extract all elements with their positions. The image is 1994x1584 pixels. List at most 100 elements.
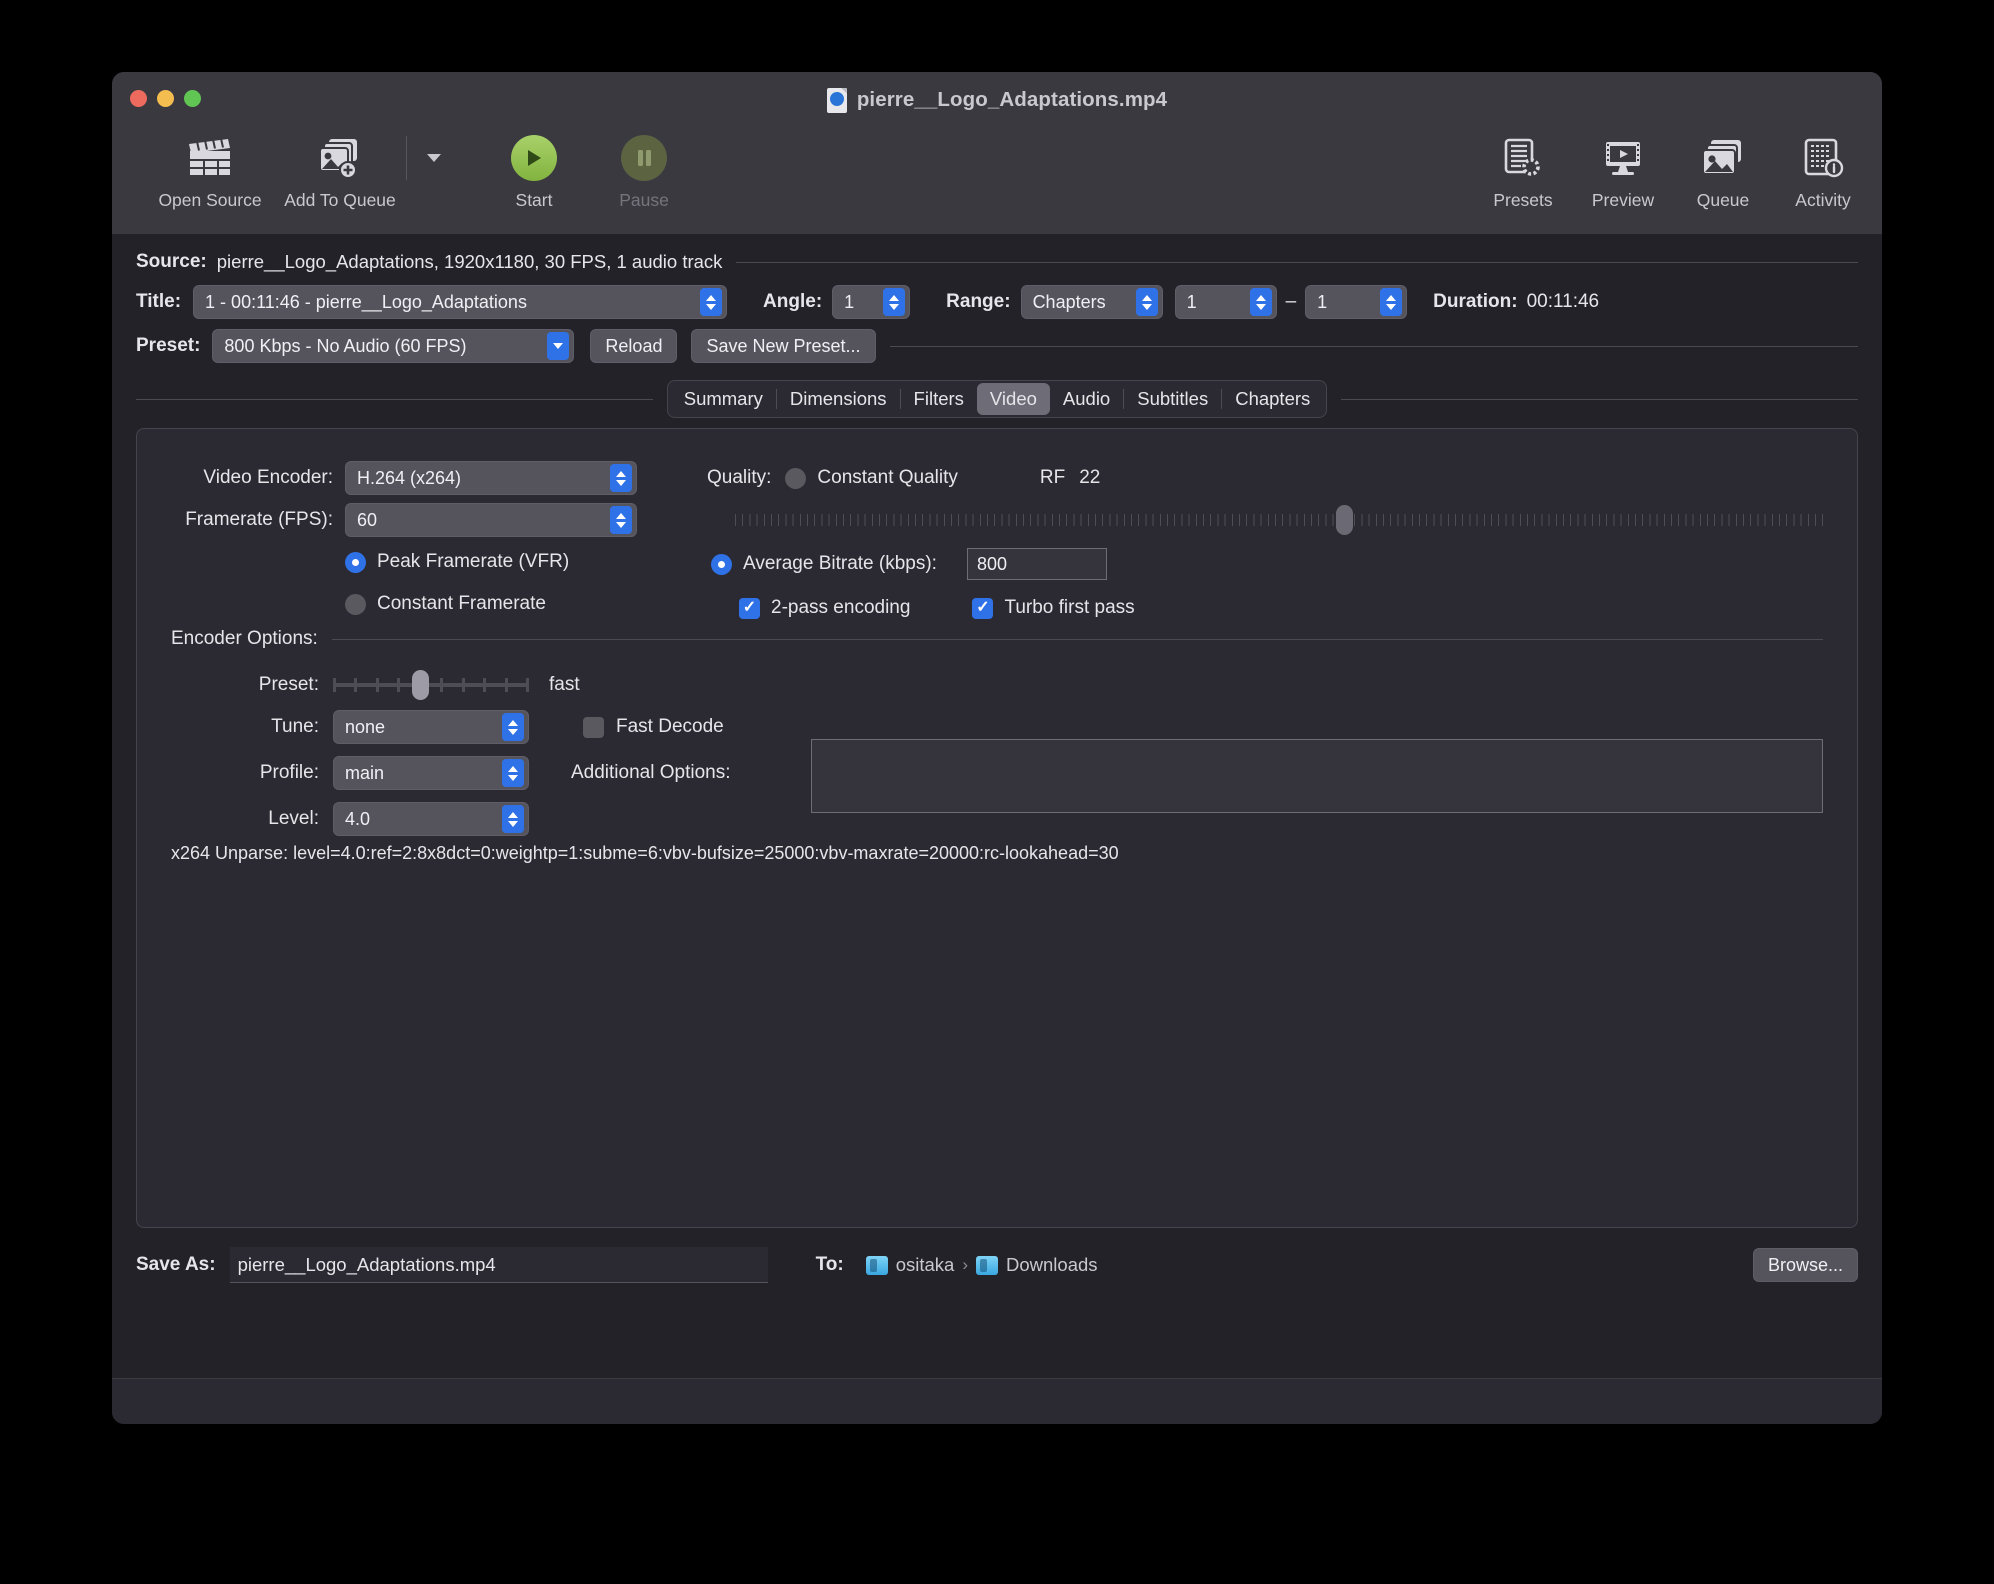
average-bitrate-radio[interactable] [711,553,732,575]
tab-audio[interactable]: Audio [1050,383,1123,415]
constant-framerate-radio[interactable] [345,593,366,615]
tab-summary[interactable]: Summary [671,383,776,415]
profile-select[interactable]: main [333,756,529,790]
additional-options-input[interactable] [811,739,1823,813]
x264-unparse-text: x264 Unparse: level=4.0:ref=2:8x8dct=0:w… [171,843,1119,863]
constant-framerate-option[interactable]: Constant Framerate [345,583,651,625]
range-end-value: 1 [1317,291,1328,312]
angle-label: Angle: [763,291,823,312]
rf-slider[interactable] [735,505,1823,535]
video-encoder-value: H.264 (x264) [357,467,462,488]
save-as-label: Save As: [136,1254,216,1275]
quality-label: Quality: [707,467,772,488]
tab-dimensions[interactable]: Dimensions [777,383,900,415]
save-as-value: pierre__Logo_Adaptations.mp4 [237,1253,496,1275]
title-select[interactable]: 1 - 00:11:46 - pierre__Logo_Adaptations [193,285,728,319]
rf-slider-thumb[interactable] [1336,505,1354,535]
range-label: Range: [946,291,1011,312]
pause-label: Pause [619,190,669,210]
tune-value: none [345,716,386,737]
level-value: 4.0 [345,808,371,829]
reload-button[interactable]: Reload [590,329,678,363]
range-start-select[interactable]: 1 [1174,285,1277,319]
encoder-preset-tick [440,678,444,692]
profile-label: Profile: [259,762,319,783]
preset-label: Preset: [136,335,201,356]
encoder-options-header: Encoder Options: [171,621,1823,657]
range-end-stepper-icon [1380,288,1403,316]
two-pass-checkbox[interactable] [739,597,760,619]
fast-decode-checkbox[interactable] [583,716,604,738]
video-left-column: Video Encoder: H.264 (x264) Framerate (F… [171,457,651,625]
title-bar: pierre__Logo_Adaptations.mp4 [112,72,1882,128]
encoder-preset-tick [504,678,508,692]
constant-framerate-label: Constant Framerate [377,593,546,614]
encoder-preset-thumb[interactable] [411,670,429,700]
duration-value: 00:11:46 [1526,291,1600,312]
framerate-stepper-icon [610,506,632,534]
average-bitrate-row: Average Bitrate (kbps): 800 [707,541,1823,587]
turbo-first-pass-checkbox[interactable] [972,597,994,619]
encoder-preset-track [333,683,529,687]
peak-framerate-label: Peak Framerate (VFR) [377,551,570,572]
encoder-preset-value: fast [549,674,580,695]
tab-chapters[interactable]: Chapters [1222,383,1323,415]
tab-bar: Summary Dimensions Filters Video Audio S… [666,380,1328,418]
tabs-left-rule [136,398,653,400]
path-segment-2[interactable]: Downloads [1006,1254,1098,1276]
queue-button[interactable]: Queue [1688,132,1758,211]
average-bitrate-label: Average Bitrate (kbps): [743,553,937,574]
window-title: pierre__Logo_Adaptations.mp4 [112,72,1882,128]
peak-framerate-radio[interactable] [345,551,366,573]
rf-label: RF [1039,467,1066,488]
preset-divider [889,345,1858,347]
chevron-down-icon [427,132,441,184]
open-source-label: Open Source [158,190,262,210]
angle-select[interactable]: 1 [832,285,911,319]
range-end-select[interactable]: 1 [1305,285,1408,319]
activity-button[interactable]: Activity [1788,132,1858,211]
average-bitrate-value: 800 [976,553,1008,574]
range-type-select[interactable]: Chapters [1020,285,1163,319]
video-encoder-row: Video Encoder: H.264 (x264) [171,457,651,499]
queue-dropdown-button[interactable] [417,132,451,184]
constant-quality-radio[interactable] [785,467,807,489]
two-pass-label: 2-pass encoding [771,597,911,618]
tab-video[interactable]: Video [976,383,1050,415]
preview-button[interactable]: Preview [1588,132,1658,211]
queue-stack-icon [1701,132,1745,184]
video-encoder-select[interactable]: H.264 (x264) [345,461,637,495]
tab-subtitles[interactable]: Subtitles [1124,383,1221,415]
preview-monitor-icon [1602,132,1644,184]
save-new-preset-button[interactable]: Save New Preset... [691,329,876,363]
save-as-input[interactable]: pierre__Logo_Adaptations.mp4 [229,1247,768,1283]
open-source-button[interactable]: Open Source [136,132,284,211]
peak-framerate-option[interactable]: Peak Framerate (VFR) [345,541,651,583]
level-select[interactable]: 4.0 [333,802,529,836]
presets-button[interactable]: Presets [1488,132,1558,211]
preset-pulldown-icon [547,332,570,360]
source-label: Source: [136,251,207,272]
framerate-select[interactable]: 60 [345,503,637,537]
start-label: Start [515,190,553,210]
start-icon-wrap [511,132,557,184]
encoder-preset-slider[interactable] [333,670,529,700]
tab-bar-wrap: Summary Dimensions Filters Video Audio S… [136,380,1859,418]
destination-breadcrumb[interactable]: ositaka › Downloads [865,1254,1098,1276]
video-tab-panel: Video Encoder: H.264 (x264) Framerate (F… [136,428,1858,1228]
preset-select[interactable]: 800 Kbps - No Audio (60 FPS) [212,329,575,363]
add-to-queue-button[interactable]: Add To Queue [284,132,396,211]
to-label: To: [815,1254,844,1275]
tab-filters[interactable]: Filters [901,383,977,415]
browse-button[interactable]: Browse... [1752,1248,1858,1282]
pause-icon-wrap [621,132,667,184]
add-to-queue-label: Add To Queue [284,190,396,210]
start-button[interactable]: Start [479,132,589,211]
duration-label: Duration: [1433,291,1518,312]
queue-label: Queue [1696,190,1750,210]
pause-icon [621,135,667,181]
average-bitrate-input[interactable]: 800 [966,548,1107,580]
video-encoder-label: Video Encoder: [203,467,333,488]
tune-select[interactable]: none [333,710,529,744]
path-segment-1[interactable]: ositaka [896,1254,955,1276]
